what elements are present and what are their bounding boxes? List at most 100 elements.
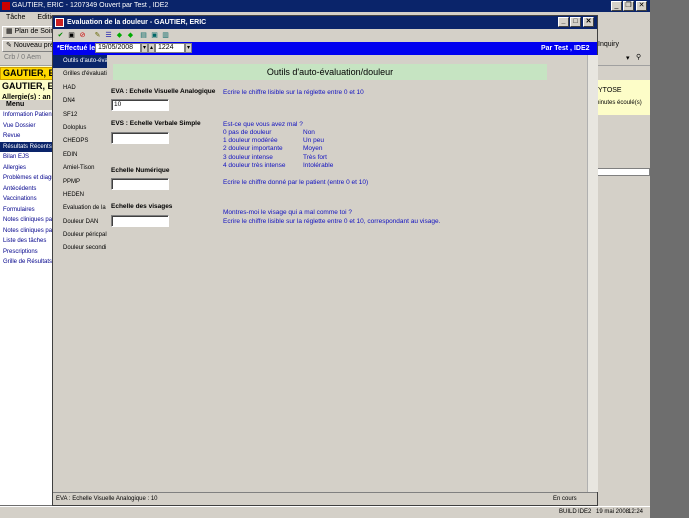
evs-scale-meaning: Non <box>303 129 315 136</box>
left-nav-item[interactable]: Notes cliniques par r <box>0 226 54 237</box>
date-field[interactable]: 19/05/2008 <box>95 43 141 53</box>
left-nav-item[interactable]: Problèmes et diagnc <box>0 173 54 184</box>
dialog-nav-item[interactable]: CHEOPS <box>53 135 107 148</box>
left-nav-item[interactable]: Allergies <box>0 163 54 174</box>
dialog-nav-item[interactable]: Amiel-Tison <box>53 162 107 175</box>
visages-input[interactable] <box>111 215 169 227</box>
left-nav-item[interactable]: Notes cliniques par t <box>0 215 54 226</box>
numerique-instruction: Ecrire le chiffre donné par le patient (… <box>223 179 369 186</box>
edit-icon[interactable]: ✎ <box>93 31 102 40</box>
checkmark-icon[interactable]: ✔ <box>56 31 65 40</box>
patient-name: GAUTIER, E <box>0 67 56 80</box>
eva-input[interactable]: 10 <box>111 99 169 111</box>
dialog-statusbar: EVA : Echelle Visuelle Analogique : 10 E… <box>53 492 597 505</box>
dialog-maximize-button[interactable]: □ <box>570 17 581 27</box>
time-spin-button[interactable]: ▴ <box>148 43 155 53</box>
status-time: 12:24 <box>628 509 644 515</box>
left-nav-item[interactable]: Vaccinations <box>0 194 54 205</box>
eva-title: EVA : Echelle Visuelle Analogique <box>111 88 216 95</box>
pain-evaluation-dialog: Evaluation de la douleur - GAUTIER, ERIC… <box>52 15 598 506</box>
left-nav-item[interactable]: Information Patient <box>0 110 54 121</box>
eva-instruction: Ecrire le chiffre lisible sur la réglett… <box>223 89 364 96</box>
main-close-button[interactable]: ✕ <box>636 1 647 11</box>
dialog-nav-item[interactable]: SF12 <box>53 109 107 122</box>
evs-question: Est-ce que vous avez mal ? <box>223 121 303 128</box>
evs-input[interactable] <box>111 132 169 144</box>
dialog-nav-item[interactable]: Douleur secondi <box>53 242 107 255</box>
dialog-nav-item[interactable]: HEDEN <box>53 189 107 202</box>
binoculars-icon[interactable]: ⚲ <box>636 53 641 61</box>
dialog-minimize-button[interactable]: _ <box>558 17 569 27</box>
save-icon[interactable]: ▣ <box>67 31 76 40</box>
menu-header: Menu <box>0 100 54 110</box>
dialog-toolbar: ✔ ▣ ⊘ ✎ ☰ ◆ ◆ ▤ ▣ ▥ <box>53 29 597 42</box>
left-nav-item[interactable]: Antécédents <box>0 184 54 195</box>
dialog-nav-item[interactable]: Douleur péricpal <box>53 229 107 242</box>
grid-icon[interactable]: ▤ <box>139 31 148 40</box>
dialog-date-bar: *Effectué le 19/05/2008 ▾ ▴ 1224 ▾ Par T… <box>53 42 597 55</box>
app-icon <box>2 2 10 10</box>
time-field[interactable]: 1224 <box>155 43 185 53</box>
dialog-nav-item[interactable]: EDIN <box>53 149 107 162</box>
evs-scale-label: 0 pas de douleur <box>223 129 272 136</box>
dialog-nav-item[interactable]: Doloplus <box>53 122 107 135</box>
visages-title: Echelle des visages <box>111 203 173 210</box>
dialog-nav-item[interactable]: Outils d'auto-éva <box>53 55 107 69</box>
dialog-nav-item[interactable]: DN4 <box>53 95 107 108</box>
main-right-pane <box>596 66 650 506</box>
dialog-content: Outils d'auto-évaluation/douleur EVA : E… <box>109 61 587 491</box>
left-nav-item[interactable]: Revue <box>0 131 54 142</box>
dialog-nav-item[interactable]: Evaluation de la <box>53 202 107 215</box>
evs-scale-row: 4 douleur très intense Intolérable <box>223 162 333 170</box>
left-nav-item[interactable]: Vue Dossier <box>0 121 54 132</box>
left-nav-item[interactable]: Prescriptions <box>0 247 54 258</box>
dialog-status-left: EVA : Echelle Visuelle Analogique : 10 <box>56 496 158 502</box>
patient-name-secondary: GAUTIER, E <box>2 81 54 91</box>
dialog-nav-item[interactable]: HAD <box>53 82 107 95</box>
left-nav-item[interactable]: Bilan EJS <box>0 152 54 163</box>
forward-icon[interactable]: ◆ <box>126 31 135 40</box>
time-spin-down-button[interactable]: ▾ <box>185 43 192 53</box>
main-statusbar: BUILD IDE2 19 mai 2008 12:24 <box>0 506 650 518</box>
back-icon[interactable]: ◆ <box>115 31 124 40</box>
menu-tache[interactable]: Tâche <box>6 14 25 21</box>
main-restore-button[interactable]: ❐ <box>623 1 634 11</box>
list-icon[interactable]: ☰ <box>104 31 113 40</box>
dialog-status-right: En cours <box>553 496 577 502</box>
evs-scale-row: 1 douleur modérée Un peu <box>223 137 324 145</box>
dialog-close-button[interactable]: ✕ <box>583 17 594 27</box>
numerique-title: Echelle Numérique <box>111 167 170 174</box>
status-role: IDE2 <box>578 509 592 515</box>
dialog-scrollbar[interactable] <box>587 55 598 492</box>
cancel-icon[interactable]: ⊘ <box>78 31 87 40</box>
evs-scale-meaning: Un peu <box>303 137 324 145</box>
chart-icon[interactable]: ▥ <box>161 31 170 40</box>
evs-scale-label: 2 douleur importante <box>223 145 283 153</box>
right-scrollbar[interactable] <box>596 168 650 176</box>
evs-scale-row: 2 douleur importante Moyen <box>223 145 323 153</box>
dialog-nav: Outils d'auto-éva Grilles d'évaluati HAD DN… <box>53 55 107 492</box>
main-minimize-button[interactable]: _ <box>611 1 622 11</box>
dialog-titlebar: Evaluation de la douleur - GAUTIER, ERIC… <box>53 16 597 29</box>
evs-scale-row: 3 douleur intense Très fort <box>223 154 327 162</box>
dialog-app-icon <box>55 18 64 27</box>
right-alert-panel: YTOSE ninutes écoulé(s) <box>596 80 650 115</box>
left-nav-item[interactable]: Formulaires <box>0 205 54 216</box>
dialog-nav-item[interactable]: Grilles d'évaluati <box>53 68 107 81</box>
evs-scale-meaning: Moyen <box>303 145 323 153</box>
inquiry-label[interactable]: Inquiry <box>598 41 619 48</box>
left-nav-item[interactable]: Grille de Résultats <box>0 257 54 268</box>
dropdown-arrow-icon[interactable]: ▾ <box>626 54 630 62</box>
evs-scale-meaning: Intolérable <box>303 161 334 169</box>
date-spin-button[interactable]: ▾ <box>141 43 148 53</box>
dialog-nav-item[interactable]: PPMP <box>53 176 107 189</box>
evs-scale-meaning: Très fort <box>303 153 327 161</box>
image-icon[interactable]: ▣ <box>150 31 159 40</box>
evs-scale-label: 1 douleur modérée <box>223 137 278 145</box>
visages-instruction-2: Ecrire le chiffre lisible sur la réglett… <box>223 218 441 225</box>
dialog-nav-item[interactable]: Douleur DAN <box>53 216 107 229</box>
left-nav-item[interactable]: Liste des tâches <box>0 236 54 247</box>
right-text-2: ninutes écoulé(s) <box>596 100 642 106</box>
left-nav-item[interactable]: Résultats Récents <box>0 141 54 152</box>
numerique-input[interactable] <box>111 178 169 190</box>
